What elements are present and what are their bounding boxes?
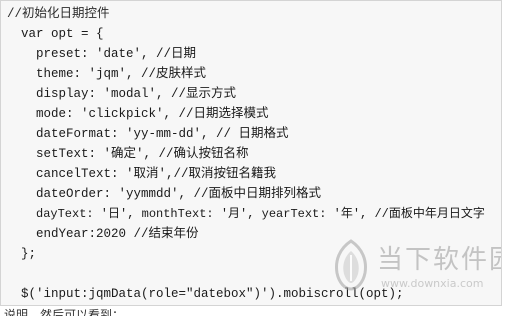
code-line: //初始化日期控件	[7, 7, 110, 21]
code-line: cancelText: '取消',//取消按钮名籍我	[36, 167, 277, 181]
code-line: setText: '确定', //确认按钮名称	[36, 147, 249, 161]
watermark-title: 当下软件园	[377, 245, 501, 275]
code-line: var opt = {	[21, 27, 104, 41]
code-line: preset: 'date', //日期	[36, 47, 197, 61]
code-line: endYear:2020 //结束年份	[36, 227, 199, 241]
code-line: display: 'modal', //显示方式	[36, 87, 237, 101]
code-line: };	[21, 247, 37, 261]
code-line: mode: 'clickpick', //日期选择模式	[36, 107, 269, 121]
watermark: 当下软件园 www.downxia.com	[331, 235, 501, 305]
code-line: theme: 'jqm', //皮肤样式	[36, 67, 207, 81]
caption-text: 说明，然后可以看到：	[4, 308, 125, 316]
watermark-url: www.downxia.com	[381, 277, 484, 290]
code-line: dateOrder: 'yymmdd', //面板中日期排列格式	[36, 187, 322, 201]
code-line: dateFormat: 'yy-mm-dd', // 日期格式	[36, 127, 289, 141]
leaf-shield-logo-icon	[335, 239, 367, 291]
code-block: //初始化日期控件 var opt = { preset: 'date', //…	[0, 0, 502, 306]
code-line: dayText: '日', monthText: '月', yearText: …	[36, 207, 485, 221]
